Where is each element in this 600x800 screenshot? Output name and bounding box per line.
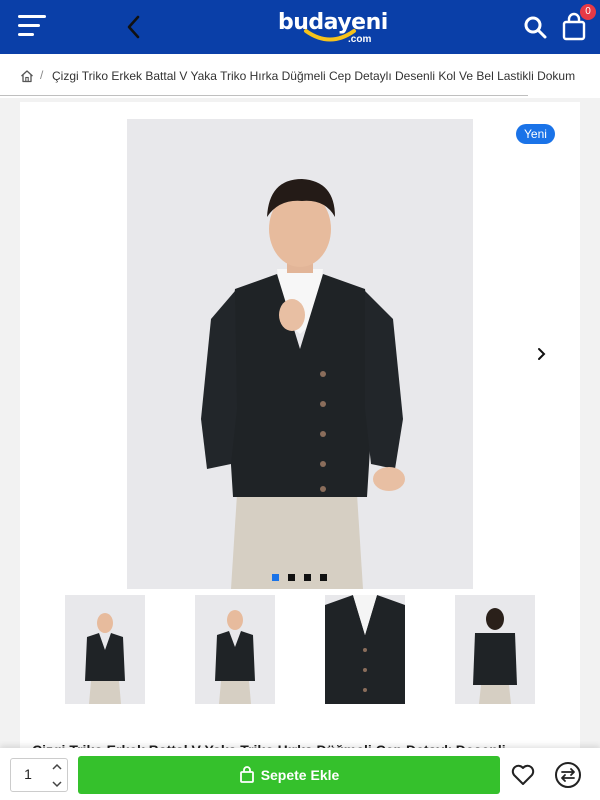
shopping-bag-icon [239,766,254,783]
pagination-dot[interactable] [272,574,279,581]
pagination-dot[interactable] [304,574,311,581]
breadcrumb-separator: / [40,68,44,82]
quantity-value[interactable]: 1 [12,766,44,782]
heart-icon[interactable] [510,763,536,787]
home-icon[interactable] [20,69,34,83]
breadcrumb-current: Çizgi Triko Erkek Battal V Yaka Triko Hı… [52,69,576,83]
product-thumbnail-front[interactable] [65,595,145,704]
add-to-cart-label: Sepete Ekle [260,767,340,783]
new-badge: Yeni [516,124,555,144]
cart-count-badge: 0 [580,4,596,20]
product-main-image[interactable] [127,119,473,589]
chevron-up-icon[interactable] [50,760,64,774]
product-thumbnail-back[interactable] [455,595,535,704]
compare-icon[interactable] [554,761,582,789]
breadcrumb-divider [0,95,528,96]
menu-icon[interactable] [18,15,46,37]
chevron-down-icon[interactable] [50,777,64,791]
back-arrow-icon[interactable] [122,14,146,40]
pagination-dot[interactable] [320,574,327,581]
product-thumbnail-pose[interactable] [195,595,275,704]
site-logo[interactable]: budayeni .com [278,8,388,46]
logo-domain: .com [348,34,372,45]
search-icon[interactable] [522,14,548,40]
add-to-cart-button[interactable]: Sepete Ekle [78,756,500,794]
product-thumbnail-detail[interactable] [325,595,405,704]
next-image-arrow-icon[interactable] [534,344,550,364]
pagination-dot[interactable] [288,574,295,581]
